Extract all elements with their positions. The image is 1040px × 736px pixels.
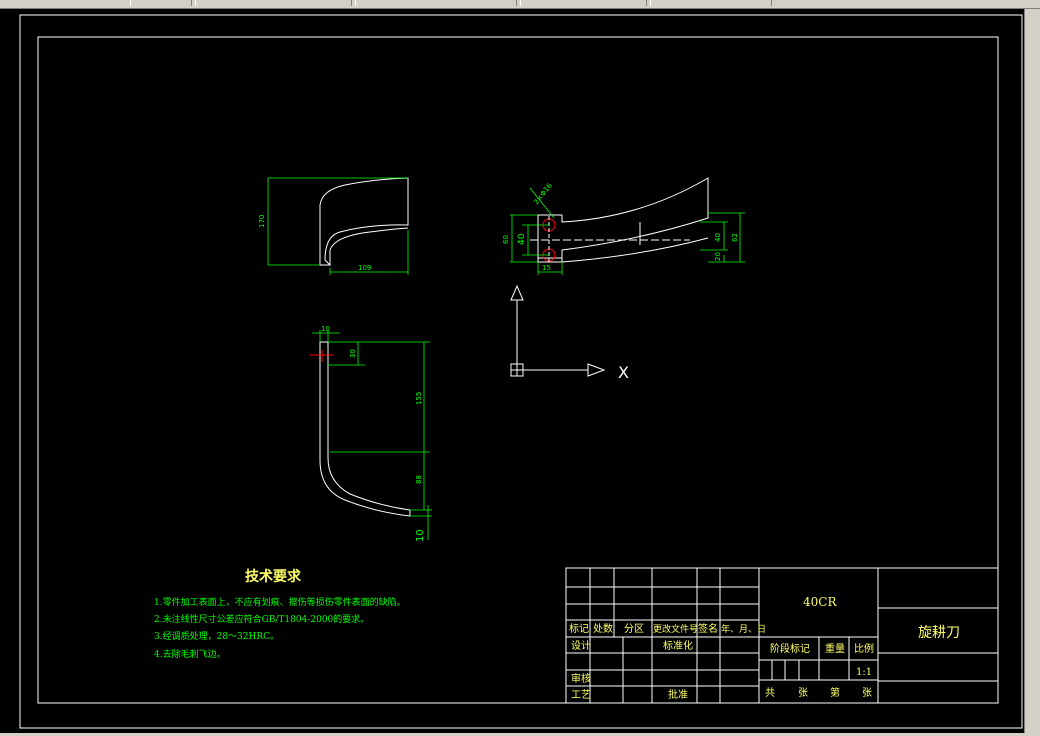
dim-top-40-right: 40 [714,233,722,242]
dim-side-30: 30 [349,349,357,358]
stage-label: 阶段标记 [770,642,810,655]
weight-label: 重量 [825,642,845,655]
toolbar-segment[interactable] [195,0,352,6]
vertical-scrollbar[interactable] [1024,9,1040,733]
dim-side-155: 155 [415,392,423,405]
dim-side-88: 88 [415,475,423,484]
toolbar-segment[interactable] [355,0,517,6]
dim-top-62: 62 [731,233,739,242]
role-process: 工艺 [571,689,591,701]
dim-top-15: 15 [542,264,551,272]
tech-requirements: 技术要求 1.零件加工表面上，不应有划痕、擦伤等损伤零件表面的缺陷。 2.未注线… [154,568,406,660]
title-block: 40CR 旋耕刀 标记 处数 分区 更改文件号 签名 年、月、日 设计 标准化 … [565,567,999,704]
tech-requirement-item: 1.零件加工表面上，不应有划痕、擦伤等损伤零件表面的缺陷。 [154,596,406,608]
rev-header: 更改文件号 [653,623,698,635]
dim-front-width: 109 [358,264,371,272]
toolbar-segment[interactable] [520,0,647,6]
rev-header: 分区 [624,623,644,635]
top-view: 2×Φ16 60 40 15 40 62 20 [502,177,745,275]
material: 40CR [803,595,837,609]
toolbar [0,0,1040,9]
scale-value: 1:1 [856,667,872,678]
rev-header: 标记 [569,623,589,635]
side-view: 10 30 155 88 10 [310,325,432,542]
dim-top-20: 20 [714,252,722,261]
tech-requirement-item: 3.经调质处理，28～32HRC。 [154,630,279,642]
dim-top-40-left: 40 [517,233,527,245]
rev-header: 年、月、日 [721,623,766,635]
sheet-char: 张 [798,687,808,699]
role-design: 设计 [571,639,591,652]
role-review: 审核 [571,672,591,685]
dim-side-10-bottom: 10 [415,529,426,542]
tech-requirement-item: 4.去除毛刺飞边。 [154,648,226,660]
drawing-canvas[interactable]: 170 109 2×Φ16 60 40 15 40 62 20 X 10 30 … [0,9,1024,733]
tech-requirement-item: 2.未注线性尺寸公差应符合GB/T1804-2000的要求。 [154,613,369,625]
dim-side-10-top: 10 [321,325,330,333]
rev-header: 处数 [593,622,613,635]
dim-front-height: 170 [258,215,266,228]
rev-header: 签名 [698,622,718,635]
ucs-x-label: X [618,363,629,382]
dim-top-60: 60 [502,235,510,244]
sheet-char: 张 [862,687,872,699]
sheet-char: 共 [765,687,775,699]
role-standard: 标准化 [663,639,693,652]
tech-requirements-title: 技术要求 [245,568,302,585]
front-view: 170 109 [258,177,409,275]
role-approve: 批准 [668,688,688,701]
scale-label: 比例 [854,642,874,655]
cad-drawing: 170 109 2×Φ16 60 40 15 40 62 20 X 10 30 … [19,14,1023,729]
toolbar-segment[interactable] [650,0,772,6]
sheet-char: 第 [830,686,840,699]
dim-hole: 2×Φ16 [532,181,554,206]
toolbar-segment[interactable] [130,0,192,6]
part-name: 旋耕刀 [918,624,960,641]
ucs-icon: X [510,284,629,382]
